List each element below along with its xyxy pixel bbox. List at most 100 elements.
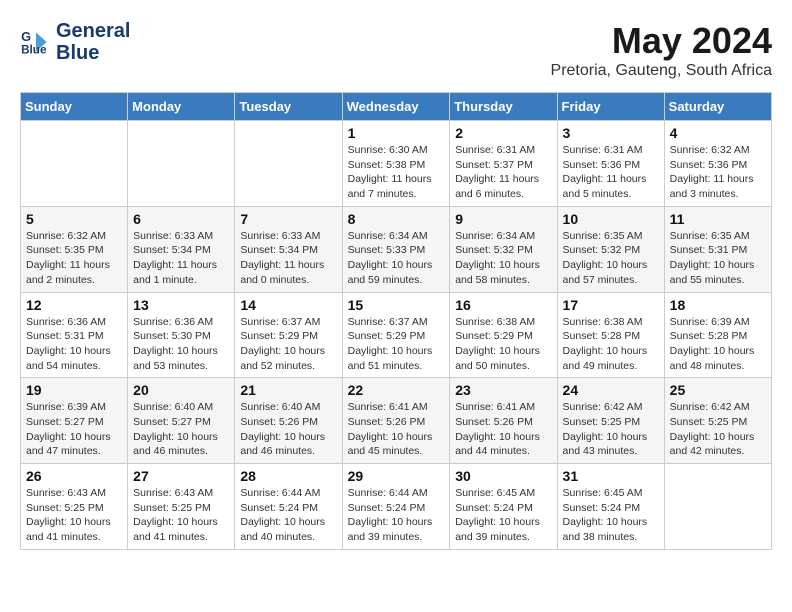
logo-line2: Blue bbox=[56, 42, 130, 64]
weekday-header-saturday: Saturday bbox=[664, 93, 771, 121]
weekday-header-wednesday: Wednesday bbox=[342, 93, 450, 121]
calendar-cell: 9 Sunrise: 6:34 AMSunset: 5:32 PMDaylight… bbox=[450, 206, 557, 292]
day-number: 26 bbox=[26, 468, 122, 484]
day-info: Sunrise: 6:38 AMSunset: 5:28 PMDaylight:… bbox=[563, 315, 659, 374]
weekday-header-thursday: Thursday bbox=[450, 93, 557, 121]
calendar-week-2: 5 Sunrise: 6:32 AMSunset: 5:35 PMDaylight… bbox=[21, 206, 772, 292]
day-number: 29 bbox=[348, 468, 445, 484]
calendar-cell: 21Sunrise: 6:40 AMSunset: 5:26 PMDayligh… bbox=[235, 378, 342, 464]
calendar-cell: 1Sunrise: 6:30 AMSunset: 5:38 PMDaylight… bbox=[342, 121, 450, 207]
logo: G Blue General Blue bbox=[20, 20, 130, 64]
calendar-cell: 4 Sunrise: 6:32 AMSunset: 5:36 PMDaylight… bbox=[664, 121, 771, 207]
calendar-week-5: 26 Sunrise: 6:43 AMSunset: 5:25 PMDayligh… bbox=[21, 464, 772, 550]
day-number: 11 bbox=[670, 211, 766, 227]
calendar-cell: 5 Sunrise: 6:32 AMSunset: 5:35 PMDaylight… bbox=[21, 206, 128, 292]
day-info: Sunrise: 6:43 AMSunset: 5:25 PMDaylight:… bbox=[133, 486, 229, 545]
calendar-cell: 28 Sunrise: 6:44 AMSunset: 5:24 PMDayligh… bbox=[235, 464, 342, 550]
day-info: Sunrise: 6:33 AMSunset: 5:34 PMDaylight:… bbox=[240, 229, 336, 288]
day-number: 4 bbox=[670, 125, 766, 141]
day-info: Sunrise: 6:36 AMSunset: 5:31 PMDaylight:… bbox=[26, 315, 122, 374]
day-number: 9 bbox=[455, 211, 551, 227]
day-number: 5 bbox=[26, 211, 122, 227]
calendar-cell: 6Sunrise: 6:33 AMSunset: 5:34 PMDaylight… bbox=[128, 206, 235, 292]
day-info: Sunrise: 6:34 AMSunset: 5:33 PMDaylight:… bbox=[348, 229, 445, 288]
calendar-cell: 30 Sunrise: 6:45 AMSunset: 5:24 PMDayligh… bbox=[450, 464, 557, 550]
day-info: Sunrise: 6:32 AMSunset: 5:35 PMDaylight:… bbox=[26, 229, 122, 288]
calendar-cell bbox=[235, 121, 342, 207]
svg-text:Blue: Blue bbox=[21, 44, 47, 57]
day-info: Sunrise: 6:35 AMSunset: 5:32 PMDaylight:… bbox=[563, 229, 659, 288]
calendar-cell: 10 Sunrise: 6:35 AMSunset: 5:32 PMDayligh… bbox=[557, 206, 664, 292]
main-title: May 2024 bbox=[551, 20, 772, 62]
calendar-cell: 25Sunrise: 6:42 AMSunset: 5:25 PMDayligh… bbox=[664, 378, 771, 464]
day-info: Sunrise: 6:37 AMSunset: 5:29 PMDaylight:… bbox=[348, 315, 445, 374]
weekday-header-monday: Monday bbox=[128, 93, 235, 121]
day-info: Sunrise: 6:35 AMSunset: 5:31 PMDaylight:… bbox=[670, 229, 766, 288]
calendar-cell: 31 Sunrise: 6:45 AMSunset: 5:24 PMDayligh… bbox=[557, 464, 664, 550]
day-info: Sunrise: 6:34 AMSunset: 5:32 PMDaylight:… bbox=[455, 229, 551, 288]
weekday-header-sunday: Sunday bbox=[21, 93, 128, 121]
day-number: 31 bbox=[563, 468, 659, 484]
header: G Blue General Blue May 2024 Pretoria, G… bbox=[20, 20, 772, 80]
day-number: 16 bbox=[455, 297, 551, 313]
calendar-week-1: 1Sunrise: 6:30 AMSunset: 5:38 PMDaylight… bbox=[21, 121, 772, 207]
day-number: 7 bbox=[240, 211, 336, 227]
title-area: May 2024 Pretoria, Gauteng, South Africa bbox=[551, 20, 772, 80]
day-number: 12 bbox=[26, 297, 122, 313]
logo-icon: G Blue bbox=[20, 26, 52, 58]
calendar-cell: 26Sunrise: 6:43 AMSunset: 5:25 PMDayligh… bbox=[21, 464, 128, 550]
day-number: 8 bbox=[348, 211, 445, 227]
calendar-cell bbox=[128, 121, 235, 207]
calendar-cell: 14Sunrise: 6:37 AMSunset: 5:29 PMDayligh… bbox=[235, 292, 342, 378]
weekday-header-row: SundayMondayTuesdayWednesdayThursdayFrid… bbox=[21, 93, 772, 121]
day-number: 20 bbox=[133, 382, 229, 398]
calendar-body: 1Sunrise: 6:30 AMSunset: 5:38 PMDaylight… bbox=[21, 121, 772, 550]
day-number: 24 bbox=[563, 382, 659, 398]
day-info: Sunrise: 6:31 AMSunset: 5:37 PMDaylight:… bbox=[455, 143, 551, 202]
day-info: Sunrise: 6:41 AMSunset: 5:26 PMDaylight:… bbox=[455, 400, 551, 459]
calendar-cell: 23 Sunrise: 6:41 AMSunset: 5:26 PMDayligh… bbox=[450, 378, 557, 464]
calendar-cell: 13 Sunrise: 6:36 AMSunset: 5:30 PMDayligh… bbox=[128, 292, 235, 378]
day-info: Sunrise: 6:45 AMSunset: 5:24 PMDaylight:… bbox=[455, 486, 551, 545]
day-number: 30 bbox=[455, 468, 551, 484]
day-number: 3 bbox=[563, 125, 659, 141]
day-number: 15 bbox=[348, 297, 445, 313]
subtitle: Pretoria, Gauteng, South Africa bbox=[551, 62, 772, 80]
calendar-cell: 29Sunrise: 6:44 AMSunset: 5:24 PMDayligh… bbox=[342, 464, 450, 550]
day-number: 28 bbox=[240, 468, 336, 484]
day-number: 19 bbox=[26, 382, 122, 398]
calendar-cell: 11 Sunrise: 6:35 AMSunset: 5:31 PMDayligh… bbox=[664, 206, 771, 292]
calendar-cell: 22Sunrise: 6:41 AMSunset: 5:26 PMDayligh… bbox=[342, 378, 450, 464]
calendar-cell: 20 Sunrise: 6:40 AMSunset: 5:27 PMDayligh… bbox=[128, 378, 235, 464]
day-info: Sunrise: 6:38 AMSunset: 5:29 PMDaylight:… bbox=[455, 315, 551, 374]
calendar-cell: 19Sunrise: 6:39 AMSunset: 5:27 PMDayligh… bbox=[21, 378, 128, 464]
day-info: Sunrise: 6:42 AMSunset: 5:25 PMDaylight:… bbox=[563, 400, 659, 459]
day-number: 6 bbox=[133, 211, 229, 227]
day-info: Sunrise: 6:37 AMSunset: 5:29 PMDaylight:… bbox=[240, 315, 336, 374]
logo-line1: General bbox=[56, 20, 130, 42]
day-number: 10 bbox=[563, 211, 659, 227]
weekday-header-friday: Friday bbox=[557, 93, 664, 121]
day-info: Sunrise: 6:32 AMSunset: 5:36 PMDaylight:… bbox=[670, 143, 766, 202]
weekday-header-tuesday: Tuesday bbox=[235, 93, 342, 121]
calendar-cell: 24 Sunrise: 6:42 AMSunset: 5:25 PMDayligh… bbox=[557, 378, 664, 464]
day-info: Sunrise: 6:39 AMSunset: 5:28 PMDaylight:… bbox=[670, 315, 766, 374]
day-info: Sunrise: 6:44 AMSunset: 5:24 PMDaylight:… bbox=[240, 486, 336, 545]
calendar-cell bbox=[21, 121, 128, 207]
calendar-cell: 2 Sunrise: 6:31 AMSunset: 5:37 PMDaylight… bbox=[450, 121, 557, 207]
day-info: Sunrise: 6:45 AMSunset: 5:24 PMDaylight:… bbox=[563, 486, 659, 545]
calendar-cell: 17Sunrise: 6:38 AMSunset: 5:28 PMDayligh… bbox=[557, 292, 664, 378]
day-number: 27 bbox=[133, 468, 229, 484]
calendar-week-3: 12 Sunrise: 6:36 AMSunset: 5:31 PMDayligh… bbox=[21, 292, 772, 378]
day-info: Sunrise: 6:30 AMSunset: 5:38 PMDaylight:… bbox=[348, 143, 445, 202]
day-info: Sunrise: 6:40 AMSunset: 5:27 PMDaylight:… bbox=[133, 400, 229, 459]
day-number: 2 bbox=[455, 125, 551, 141]
day-number: 13 bbox=[133, 297, 229, 313]
calendar-week-4: 19Sunrise: 6:39 AMSunset: 5:27 PMDayligh… bbox=[21, 378, 772, 464]
day-info: Sunrise: 6:42 AMSunset: 5:25 PMDaylight:… bbox=[670, 400, 766, 459]
calendar-cell: 12 Sunrise: 6:36 AMSunset: 5:31 PMDayligh… bbox=[21, 292, 128, 378]
calendar-cell: 15 Sunrise: 6:37 AMSunset: 5:29 PMDayligh… bbox=[342, 292, 450, 378]
calendar-cell: 16 Sunrise: 6:38 AMSunset: 5:29 PMDayligh… bbox=[450, 292, 557, 378]
day-number: 23 bbox=[455, 382, 551, 398]
day-info: Sunrise: 6:36 AMSunset: 5:30 PMDaylight:… bbox=[133, 315, 229, 374]
